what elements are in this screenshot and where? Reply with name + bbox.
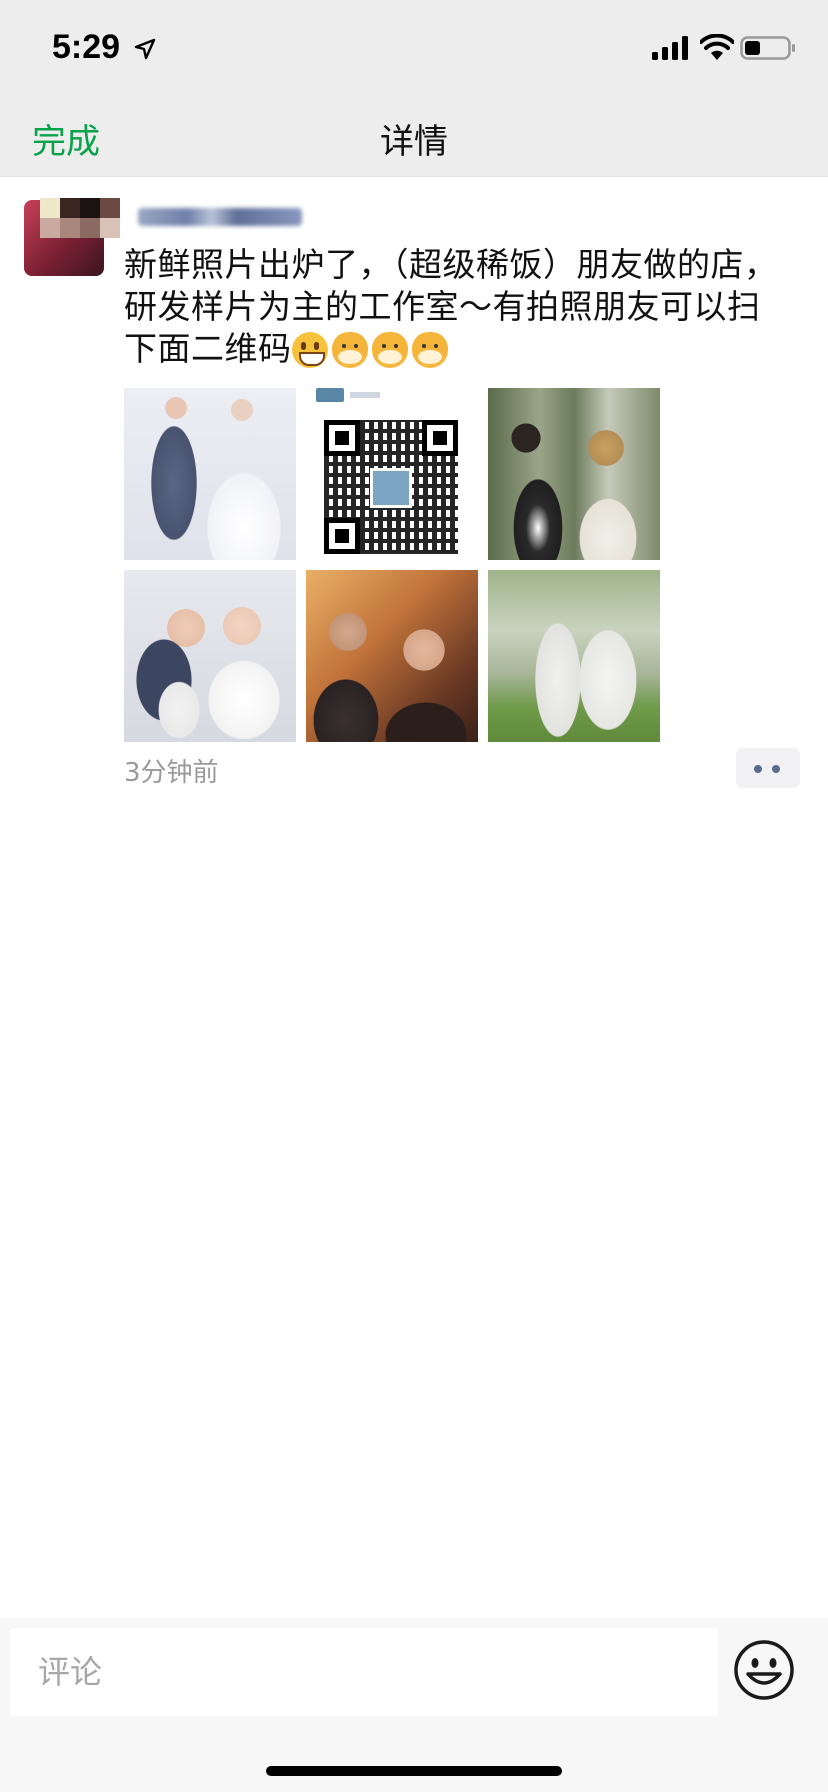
qr-corner [324, 518, 360, 554]
post-image-5[interactable] [306, 570, 478, 742]
post-text-line: 下面二维码 [124, 328, 814, 372]
post-image-4[interactable] [124, 570, 296, 742]
nav-bar: 完成 详情 [0, 96, 828, 177]
signal-icon [652, 36, 688, 60]
status-bar: 5:29 [0, 0, 828, 96]
post-text-line3: 下面二维码 [124, 329, 292, 368]
qr-center-avatar [370, 468, 412, 508]
post-text-line: 新鲜照片出炉了，（超级稀饭）朋友做的店， [124, 245, 778, 284]
home-indicator [266, 1766, 562, 1776]
cat-emoji [411, 331, 448, 368]
qr-header-text [350, 392, 380, 398]
qr-header-avatar [316, 388, 344, 402]
post-image-3[interactable] [488, 388, 660, 560]
avatar-mosaic [40, 198, 120, 238]
battery-icon [740, 36, 795, 60]
post-text-line: 研发样片为主的工作室～有拍照朋友可以扫 [124, 287, 761, 326]
emoji-row [291, 330, 452, 372]
post-timestamp: 3分钟前 [124, 758, 219, 788]
post-text: 新鲜照片出炉了，（超级稀饭）朋友做的店， 研发样片为主的工作室～有拍照朋友可以扫… [124, 244, 814, 372]
page-title: 详情 [380, 122, 448, 162]
post-image-qr-code[interactable] [306, 388, 478, 560]
cat-emoji [371, 331, 408, 368]
more-options-button[interactable] [736, 748, 800, 788]
comment-input[interactable] [10, 1628, 718, 1716]
status-time: 5:29 [52, 28, 121, 66]
emoji-icon[interactable] [732, 1638, 796, 1702]
post-image-1[interactable] [124, 388, 296, 560]
location-arrow-icon [134, 38, 156, 60]
wifi-icon [700, 34, 734, 60]
cat-emoji [331, 331, 368, 368]
author-name-blurred[interactable] [138, 208, 302, 226]
post-image-6[interactable] [488, 570, 660, 742]
grin-emoji [291, 331, 328, 368]
qr-corner [422, 420, 458, 456]
qr-corner [324, 420, 360, 456]
